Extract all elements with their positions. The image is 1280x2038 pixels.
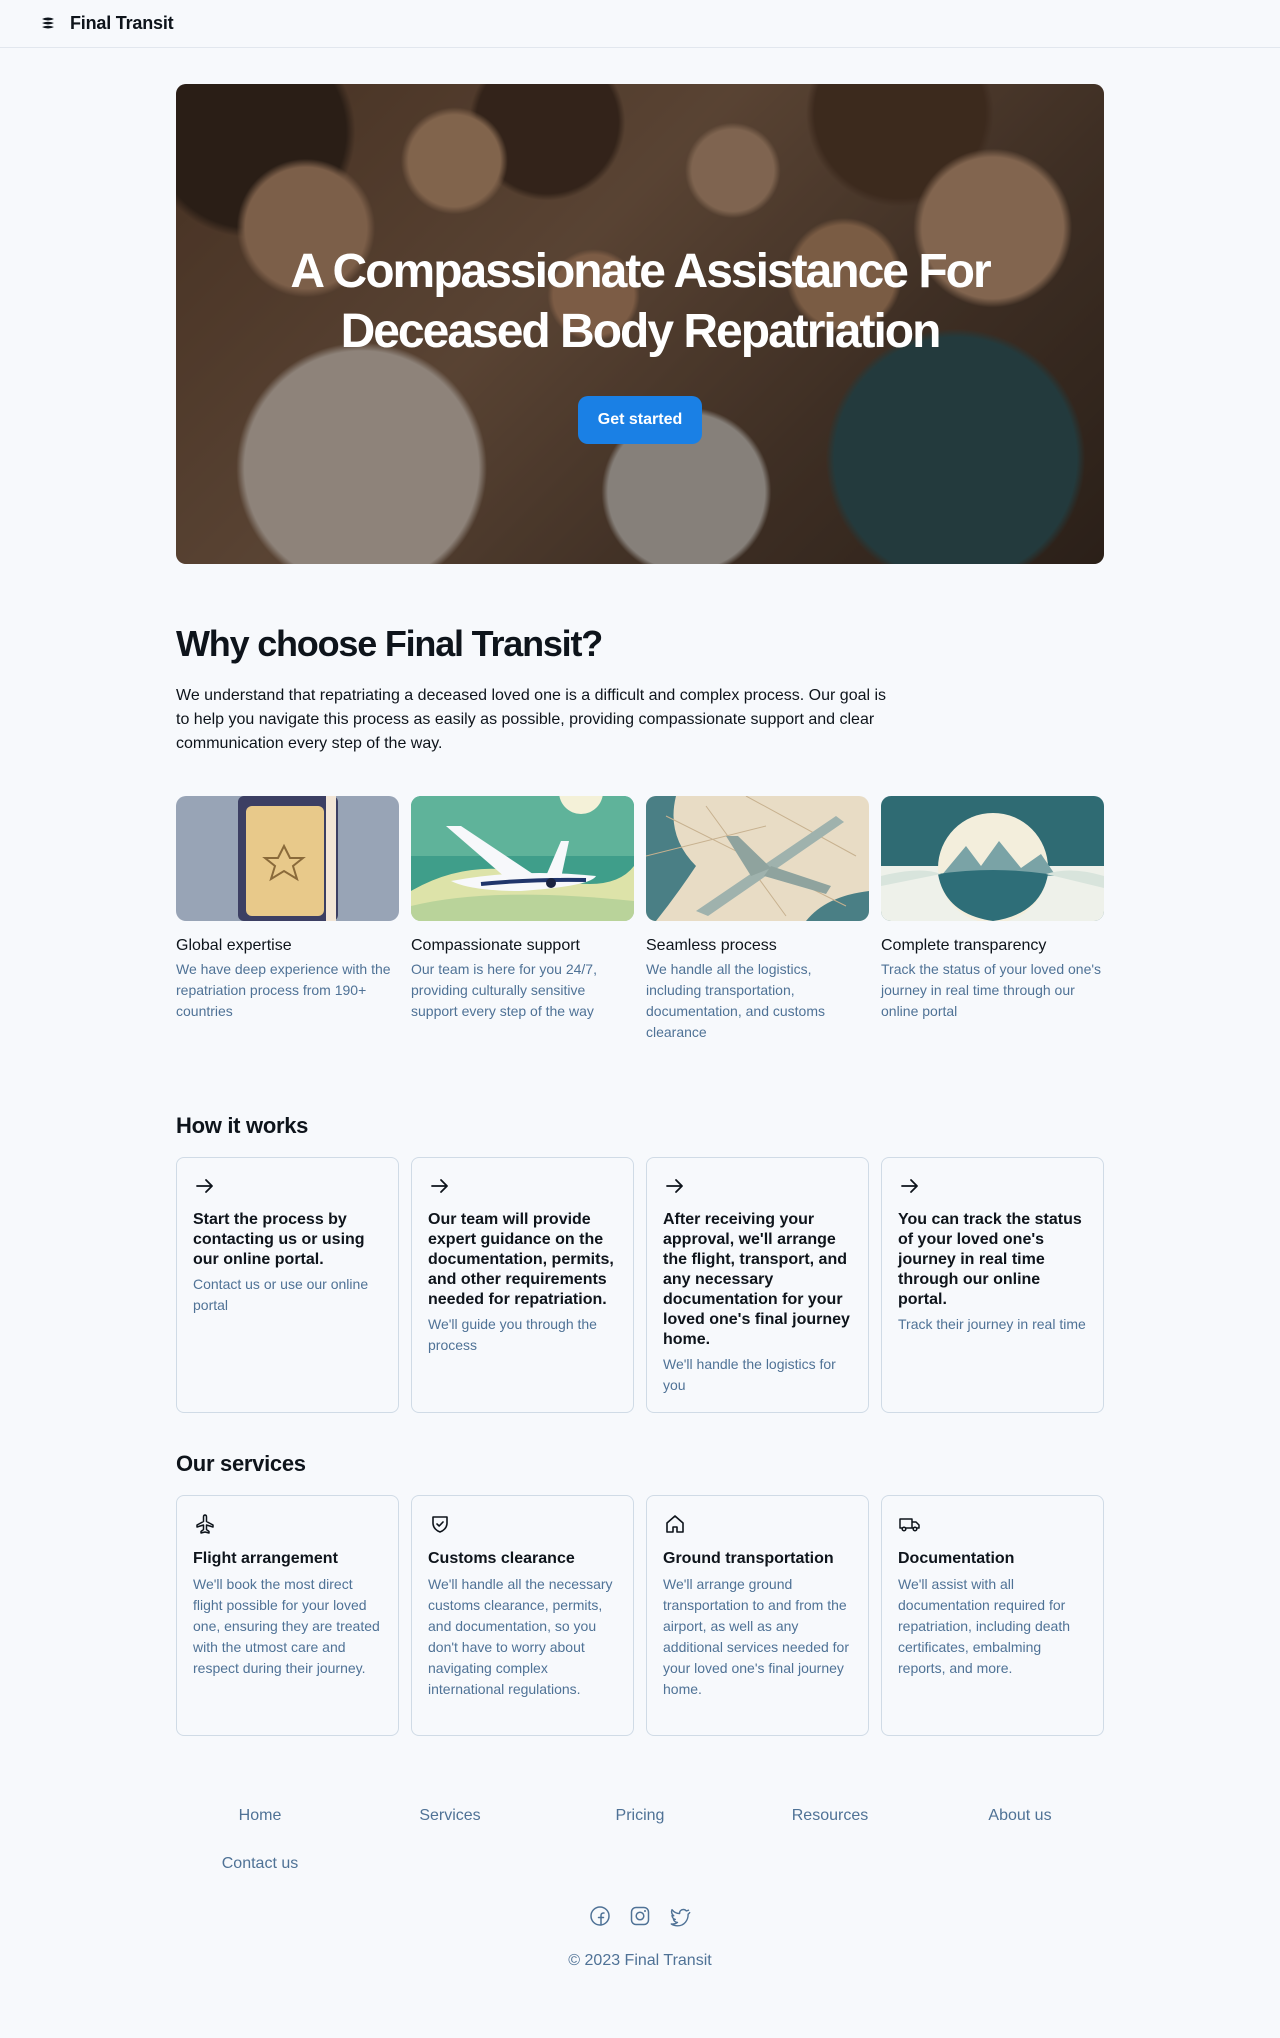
feature-complete-transparency: Complete transparency Track the status o… bbox=[881, 796, 1104, 1043]
service-card-customs: Customs clearance We'll handle all the n… bbox=[411, 1495, 634, 1736]
services-grid: Flight arrangement We'll book the most d… bbox=[176, 1495, 1104, 1736]
passport-illustration bbox=[176, 796, 399, 921]
feature-text: Our team is here for you 24/7, providing… bbox=[411, 961, 597, 1019]
footer-link-resources[interactable]: Resources bbox=[792, 1806, 868, 1826]
footer-link-about[interactable]: About us bbox=[988, 1806, 1051, 1826]
feature-title: Complete transparency bbox=[881, 937, 1047, 954]
shield-check-icon bbox=[432, 1516, 448, 1533]
why-section-title: Why choose Final Transit? bbox=[176, 623, 603, 664]
main-content: A Compassionate Assistance For Deceased … bbox=[176, 84, 1104, 1736]
step-text: Track their journey in real time bbox=[898, 1316, 1086, 1332]
copyright-text: © 2023 Final Transit bbox=[568, 1952, 712, 1969]
service-title: Documentation bbox=[898, 1550, 1015, 1567]
why-section-text: We understand that repatriating a deceas… bbox=[176, 687, 887, 752]
footer-nav: Home Services Pricing Resources About us… bbox=[165, 1806, 1115, 1874]
footer-link-home[interactable]: Home bbox=[239, 1806, 282, 1826]
feature-text: Track the status of your loved one's jou… bbox=[881, 961, 1102, 1019]
how-it-works-title: How it works bbox=[176, 1113, 309, 1138]
airplane-illustration bbox=[411, 796, 634, 921]
arrow-right-icon bbox=[431, 1179, 448, 1193]
service-title: Customs clearance bbox=[428, 1550, 575, 1567]
house-icon bbox=[666, 1515, 684, 1533]
social-links bbox=[0, 1904, 1280, 1928]
service-text: We'll assist with all documentation requ… bbox=[898, 1576, 1071, 1676]
arrow-right-icon bbox=[901, 1179, 918, 1193]
service-title: Flight arrangement bbox=[193, 1550, 338, 1567]
feature-title: Seamless process bbox=[646, 937, 777, 954]
truck-icon bbox=[899, 1518, 920, 1532]
step-card: You can track the status of your loved o… bbox=[881, 1157, 1104, 1413]
step-text: Contact us or use our online portal bbox=[193, 1276, 369, 1313]
feature-seamless-process: Seamless process We handle all the logis… bbox=[646, 796, 869, 1043]
feature-text: We have deep experience with the repatri… bbox=[176, 961, 391, 1019]
step-title: After receiving your approval, we'll arr… bbox=[663, 1211, 850, 1348]
feature-title: Compassionate support bbox=[411, 937, 580, 954]
step-text: We'll handle the logistics for you bbox=[663, 1356, 836, 1393]
service-card-flight: Flight arrangement We'll book the most d… bbox=[176, 1495, 399, 1736]
feature-compassionate-support: Compassionate support Our team is here f… bbox=[411, 796, 634, 1043]
feature-global-expertise: Global expertise We have deep experience… bbox=[176, 796, 399, 1043]
feature-text: We handle all the logistics, including t… bbox=[646, 961, 825, 1040]
site-footer: Home Services Pricing Resources About us… bbox=[165, 1806, 1280, 1874]
step-title: Start the process by contacting us or us… bbox=[193, 1211, 365, 1268]
service-text: We'll handle all the necessary customs c… bbox=[428, 1576, 613, 1697]
twitter-icon[interactable] bbox=[668, 1904, 692, 1928]
step-title: You can track the status of your loved o… bbox=[898, 1211, 1082, 1308]
hero-title: A Compassionate Assistance For Deceased … bbox=[290, 245, 991, 358]
features-grid: Global expertise We have deep experience… bbox=[176, 796, 1104, 1043]
layers-logo-icon[interactable] bbox=[40, 16, 56, 32]
footer-link-services[interactable]: Services bbox=[419, 1806, 480, 1826]
footer-link-pricing[interactable]: Pricing bbox=[616, 1806, 665, 1826]
globe-landscape-illustration bbox=[881, 796, 1104, 921]
get-started-button[interactable]: Get started bbox=[577, 396, 703, 444]
brand-name[interactable]: Final Transit bbox=[70, 13, 174, 34]
arrow-right-icon bbox=[666, 1179, 683, 1193]
feature-title: Global expertise bbox=[176, 937, 292, 954]
step-card: Our team will provide expert guidance on… bbox=[411, 1157, 634, 1413]
service-text: We'll arrange ground transportation to a… bbox=[663, 1576, 850, 1697]
step-card: After receiving your approval, we'll arr… bbox=[646, 1157, 869, 1413]
service-card-ground: Ground transportation We'll arrange grou… bbox=[646, 1495, 869, 1736]
footer-link-contact[interactable]: Contact us bbox=[222, 1854, 298, 1874]
step-text: We'll guide you through the process bbox=[428, 1316, 597, 1353]
how-it-works-grid: Start the process by contacting us or us… bbox=[176, 1157, 1104, 1413]
step-card: Start the process by contacting us or us… bbox=[176, 1157, 399, 1413]
facebook-icon[interactable] bbox=[588, 1904, 612, 1928]
service-text: We'll book the most direct flight possib… bbox=[193, 1576, 380, 1676]
top-navbar: Final Transit bbox=[0, 0, 1280, 48]
instagram-icon[interactable] bbox=[628, 1904, 652, 1928]
service-card-documentation: Documentation We'll assist with all docu… bbox=[881, 1495, 1104, 1736]
services-title: Our services bbox=[176, 1451, 306, 1476]
arrow-right-icon bbox=[196, 1179, 213, 1193]
map-plane-illustration bbox=[646, 796, 869, 921]
hero-banner: A Compassionate Assistance For Deceased … bbox=[176, 84, 1104, 564]
airplane-icon bbox=[196, 1514, 214, 1534]
service-title: Ground transportation bbox=[663, 1550, 834, 1567]
step-title: Our team will provide expert guidance on… bbox=[428, 1211, 614, 1308]
